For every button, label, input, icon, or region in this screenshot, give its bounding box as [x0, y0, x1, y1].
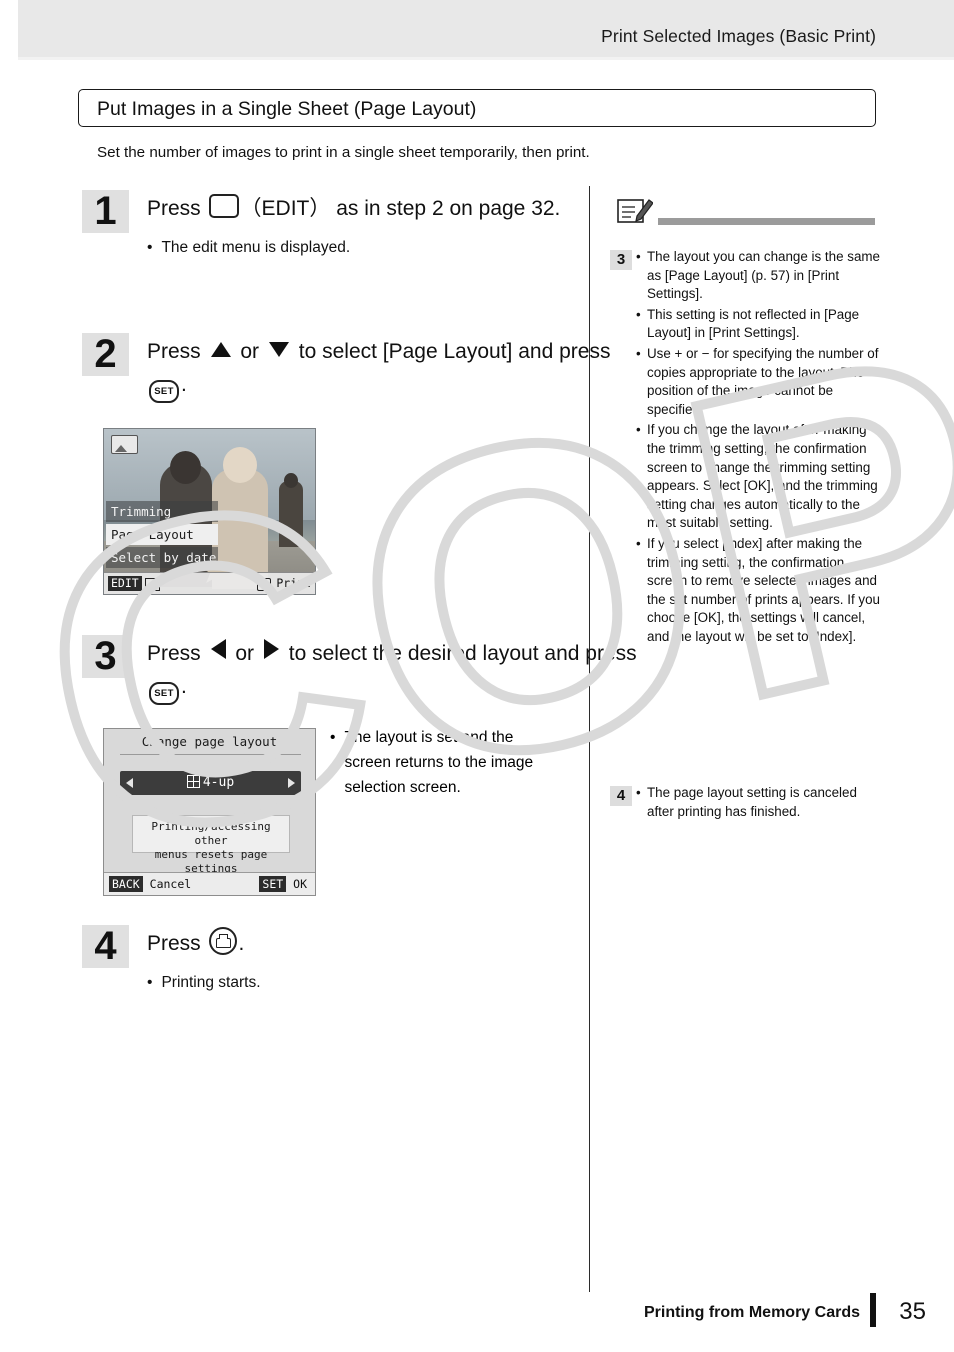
bullet-dot: •	[147, 239, 153, 256]
lcd-back-cancel: BACK Cancel	[109, 876, 192, 892]
lcd-layout-title: Change page layout	[141, 734, 278, 749]
bullet-dot: •	[147, 974, 153, 991]
lcd-edit-tag: EDIT	[108, 576, 142, 591]
print-button-icon	[208, 927, 237, 955]
note-item: The page layout setting is canceled afte…	[636, 784, 881, 821]
lcd-screenshot-page-layout: Change page layout 4-up Printing/accessi…	[103, 728, 316, 896]
lcd-layout-note: Printing/accessing other menus resets pa…	[132, 815, 290, 875]
note-group-4-number: 4	[610, 786, 632, 806]
step-1-text-before: Press	[147, 197, 201, 220]
step-3-text-3: to select the desired layout and press	[288, 642, 637, 665]
back-tag: BACK	[109, 876, 143, 892]
set-tag: SET	[259, 876, 287, 892]
section-title-box: Put Images in a Single Sheet (Page Layou…	[78, 89, 876, 127]
step-3-bullet-1: The layout is set and the screen returns…	[344, 729, 534, 796]
step-3-text-2: or	[235, 642, 255, 665]
back-label: Cancel	[149, 877, 192, 891]
menu-icon	[145, 578, 160, 591]
step-1-number: 1	[82, 190, 129, 233]
set-button-icon: SET	[149, 682, 179, 705]
section-title: Put Images in a Single Sheet (Page Layou…	[97, 98, 477, 120]
lcd-layout-value: 4-up	[202, 775, 235, 790]
lcd-print-label: Print	[276, 576, 311, 590]
step-4-bullets: • Printing starts.	[147, 972, 647, 994]
step-4-number: 4	[82, 925, 129, 968]
photo-head-left	[170, 451, 201, 484]
note-group-4-list: The page layout setting is canceled afte…	[636, 784, 881, 823]
lcd-layout-value-wrap: 4-up	[120, 775, 301, 790]
step-2-body: Press or to select [Page Layout] and pre…	[147, 335, 647, 403]
memo-pencil-icon	[617, 196, 654, 226]
header-rule	[18, 57, 954, 60]
photo-figure-far	[279, 481, 303, 547]
lcd-layout-bottom-bar: BACK Cancel SET OK	[104, 872, 315, 895]
note-group-3-list: The layout you can change is the same as…	[636, 248, 881, 648]
step-4-text-2: .	[238, 932, 245, 955]
lcd-layout-title-rule	[120, 754, 301, 755]
print-icon	[257, 578, 271, 591]
step-3-number: 3	[82, 635, 129, 678]
lcd-menu-item-select-by-date: Select by date	[106, 547, 218, 568]
lcd-layout-selector: 4-up	[120, 771, 301, 795]
note-header-rule	[658, 218, 875, 225]
photo-head-right	[223, 447, 257, 483]
grid-layout-icon	[186, 775, 200, 788]
step-2-text-2: or	[240, 340, 260, 363]
step-3-text-1: Press	[147, 642, 201, 665]
lcd-menu-item-trimming: Trimming	[106, 501, 218, 522]
image-icon	[111, 435, 138, 454]
step-3-body: Press or to select the desired layout an…	[147, 637, 647, 705]
step-3-text-4: .	[181, 675, 187, 698]
set-button-icon: SET	[149, 380, 179, 403]
note-item: Use + or − for specifying the number of …	[636, 345, 881, 419]
lcd-set-ok: SET OK	[259, 876, 307, 892]
footer-page-number: 35	[899, 1298, 926, 1325]
lcd-bottom-bar: EDIT Print	[104, 572, 315, 594]
step-4-bullet-1: Printing starts.	[161, 974, 261, 991]
right-arrow-icon	[263, 639, 279, 659]
lcd-screenshot-edit-menu: Trimming Page Layout Select by date EDIT…	[103, 428, 316, 595]
page-header: Print Selected Images (Basic Print)	[0, 0, 954, 58]
step-1-text-after: as in step 2 on page 32.	[336, 197, 561, 220]
left-arrow-icon	[210, 639, 226, 659]
edit-button-icon	[208, 194, 239, 218]
note-item: This setting is not reflected in [Page L…	[636, 306, 881, 343]
step-2-text-3: to select [Page Layout] and press	[298, 340, 611, 363]
photo-head-far	[284, 473, 298, 488]
header-left-white-block	[0, 0, 18, 58]
step-1-key-paren: （EDIT）	[240, 197, 331, 220]
note-item: If you select [Index] after making the t…	[636, 535, 881, 647]
step-2-text-1: Press	[147, 340, 201, 363]
step-1-bullet-1: The edit menu is displayed.	[161, 239, 351, 256]
note-item: The layout you can change is the same as…	[636, 248, 881, 304]
step-4-text-1: Press	[147, 932, 201, 955]
header-title: Print Selected Images (Basic Print)	[601, 26, 876, 46]
up-arrow-icon	[210, 342, 231, 357]
step-3-bullets: • The layout is set and the screen retur…	[330, 725, 560, 800]
lcd-menu-item-page-layout: Page Layout	[106, 524, 218, 545]
step-1-body: Press （EDIT） as in step 2 on page 32. • …	[147, 192, 647, 259]
step-1-bullets: • The edit menu is displayed.	[147, 237, 647, 259]
lcd-layout-note-line1: Printing/accessing other	[151, 820, 271, 847]
footer-bar	[870, 1293, 876, 1327]
step-2-text-4: .	[181, 373, 187, 396]
step-4-body: Press . • Printing starts.	[147, 927, 647, 994]
note-item: If you change the layout after making th…	[636, 421, 881, 533]
note-group-3-number: 3	[610, 250, 632, 270]
lcd-edit-menu-list: Trimming Page Layout Select by date	[106, 501, 218, 570]
bullet-dot: •	[330, 729, 336, 746]
set-label: OK	[293, 877, 307, 891]
footer-chapter-label: Printing from Memory Cards	[643, 1304, 860, 1321]
down-arrow-icon	[268, 342, 289, 357]
section-intro: Set the number of images to print in a s…	[97, 144, 590, 161]
step-2-number: 2	[82, 333, 129, 376]
